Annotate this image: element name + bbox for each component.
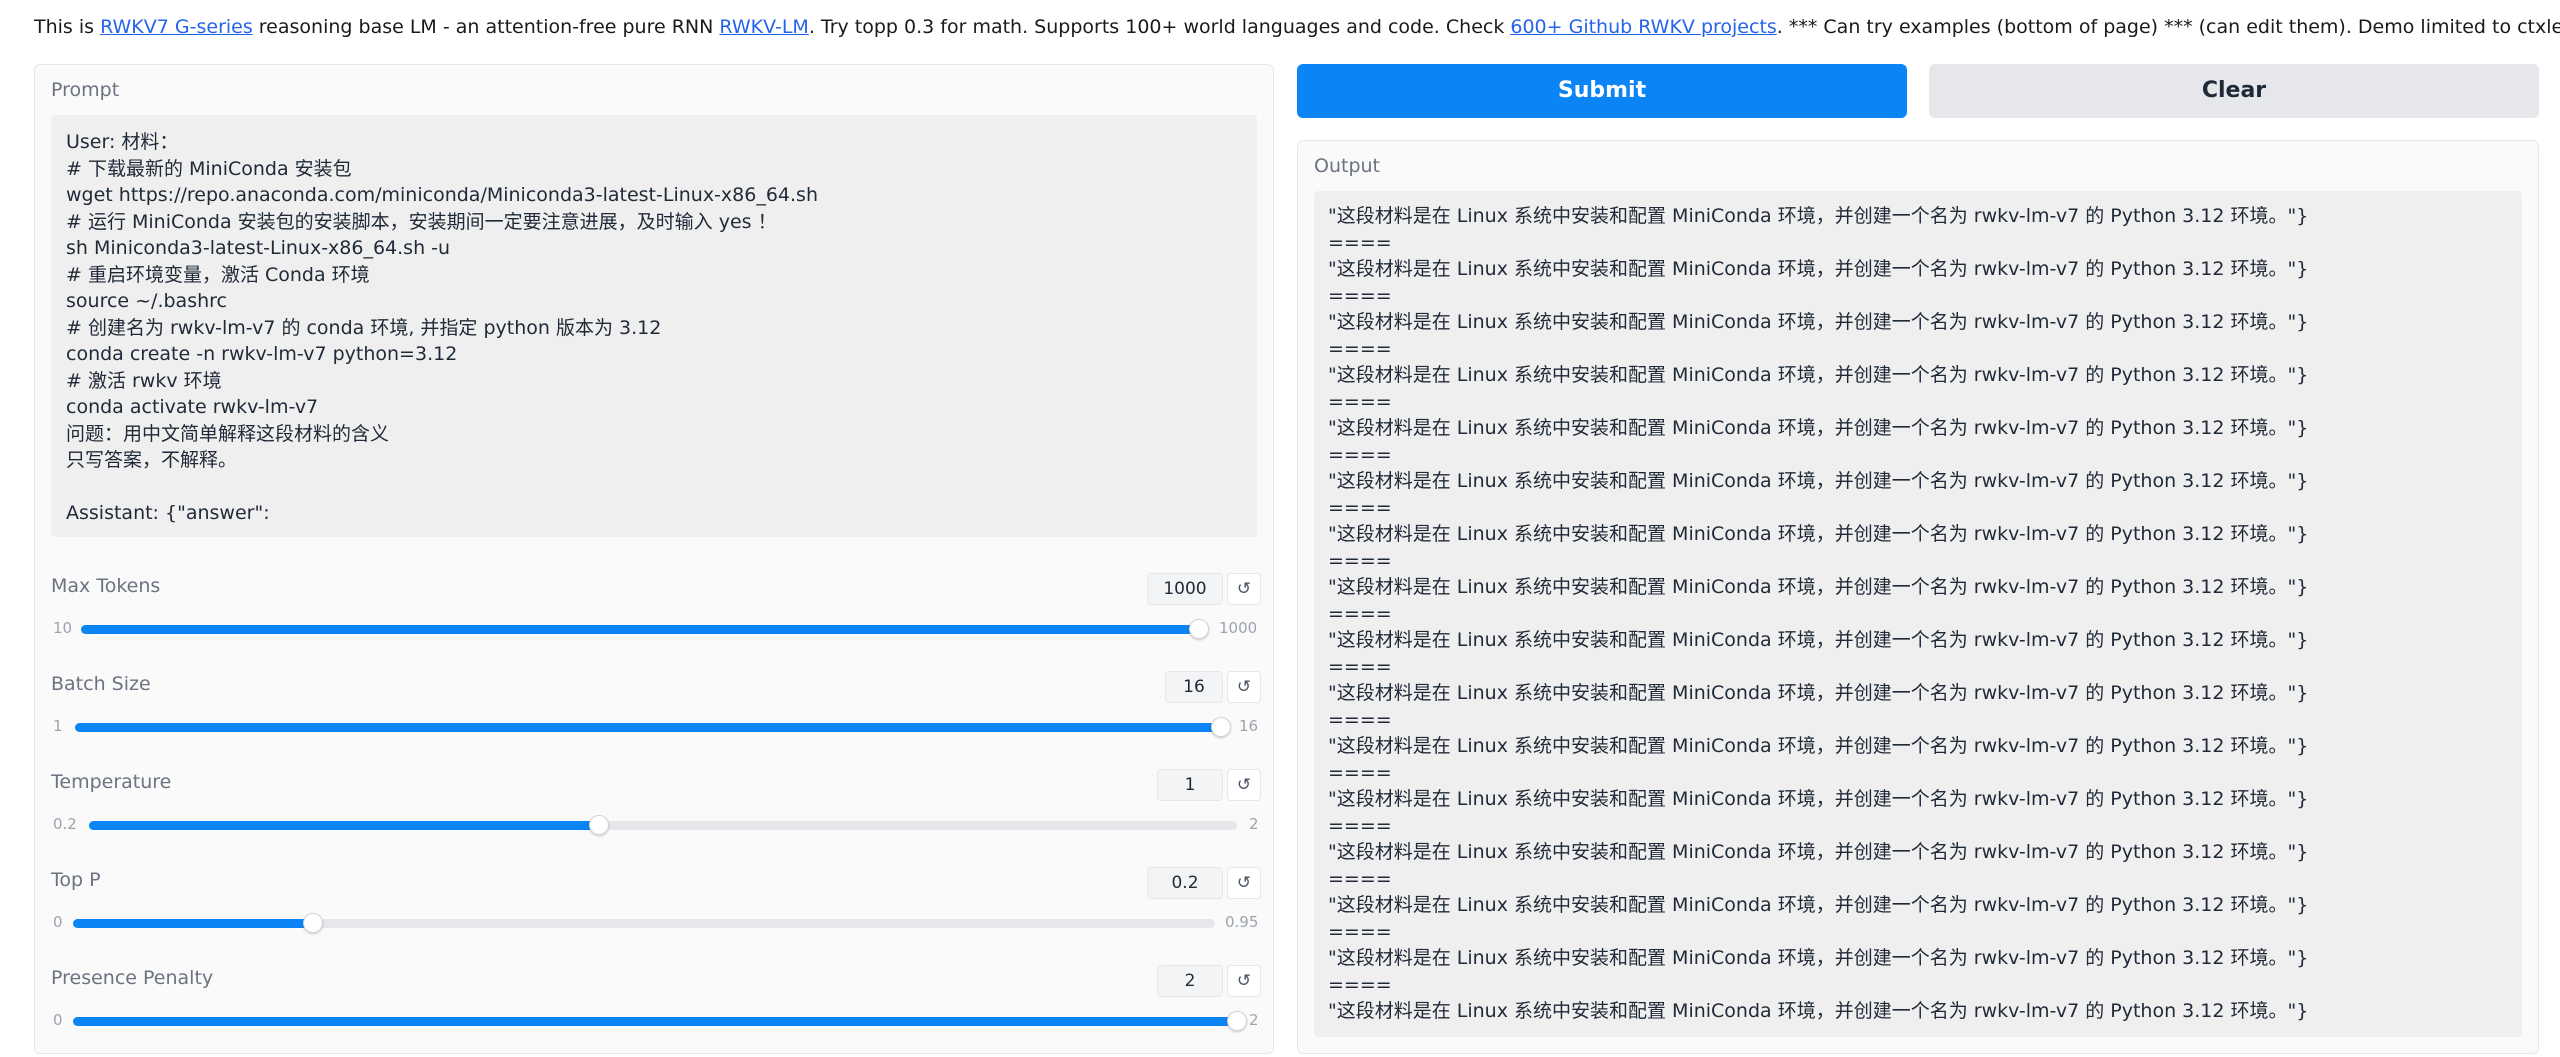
rwkv7-g-series-link[interactable]: RWKV7 G-series: [100, 16, 253, 38]
batch-size-slider[interactable]: [75, 717, 1231, 737]
temperature-reset-icon[interactable]: ↺: [1227, 769, 1261, 801]
max-tokens-max: 1000: [1219, 619, 1258, 637]
input-panel: Prompt User: 材料： # 下载最新的 MiniConda 安装包 w…: [34, 64, 1274, 1054]
submit-button[interactable]: Submit: [1297, 64, 1907, 118]
presence-penalty-max: 2: [1249, 1011, 1259, 1029]
batch-size-input[interactable]: 16: [1165, 671, 1223, 703]
batch-size-slider-fill: [75, 723, 1221, 732]
temperature-label: Temperature: [51, 771, 172, 793]
presence-penalty-slider[interactable]: [73, 1011, 1247, 1031]
prompt-textarea[interactable]: User: 材料： # 下载最新的 MiniConda 安装包 wget htt…: [51, 115, 1257, 537]
temperature-control: Temperature 1 ↺ 0.2 2: [51, 769, 1261, 861]
output-panel: Output "这段材料是在 Linux 系统中安装和配置 MiniConda …: [1297, 140, 2539, 1054]
presence-penalty-min: 0: [53, 1011, 63, 1029]
max-tokens-slider-thumb[interactable]: [1189, 619, 1209, 639]
temperature-slider-thumb[interactable]: [588, 815, 609, 835]
max-tokens-input[interactable]: 1000: [1147, 573, 1223, 605]
top-p-input[interactable]: 0.2: [1147, 867, 1223, 899]
batch-size-reset-icon[interactable]: ↺: [1227, 671, 1261, 703]
top-p-label: Top P: [51, 869, 101, 891]
top-p-slider[interactable]: [73, 913, 1215, 933]
presence-penalty-label: Presence Penalty: [51, 967, 214, 989]
top-p-slider-fill: [73, 919, 313, 928]
temperature-min: 0.2: [53, 815, 77, 833]
max-tokens-min: 10: [53, 619, 73, 637]
github-projects-link[interactable]: 600+ Github RWKV projects: [1510, 16, 1776, 38]
batch-size-min: 1: [53, 717, 63, 735]
banner-text-2: reasoning base LM - an attention-free pu…: [252, 16, 720, 38]
prompt-label: Prompt: [51, 79, 120, 101]
temperature-slider-fill: [89, 821, 599, 830]
banner-text-4: . *** Can try examples (bottom of page) …: [1776, 16, 2560, 38]
top-p-reset-icon[interactable]: ↺: [1227, 867, 1261, 899]
temperature-input[interactable]: 1: [1157, 769, 1223, 801]
max-tokens-reset-icon[interactable]: ↺: [1227, 573, 1261, 605]
output-textarea[interactable]: "这段材料是在 Linux 系统中安装和配置 MiniConda 环境，并创建一…: [1314, 191, 2522, 1037]
presence-penalty-slider-fill: [73, 1017, 1237, 1026]
clear-button[interactable]: Clear: [1929, 64, 2539, 118]
top-p-control: Top P 0.2 ↺ 0 0.95: [51, 867, 1261, 959]
batch-size-label: Batch Size: [51, 673, 151, 695]
presence-penalty-reset-icon[interactable]: ↺: [1227, 965, 1261, 997]
rwkv-lm-link[interactable]: RWKV-LM: [719, 16, 808, 38]
max-tokens-control: Max Tokens 1000 ↺ 10 1000: [51, 573, 1261, 665]
banner-text-3: . Try topp 0.3 for math. Supports 100+ w…: [808, 16, 1511, 38]
temperature-max: 2: [1249, 815, 1259, 833]
description-banner: This is RWKV7 G-series reasoning base LM…: [34, 12, 2560, 42]
top-p-min: 0: [53, 913, 63, 931]
batch-size-control: Batch Size 16 ↺ 1 16: [51, 671, 1261, 763]
banner-text-1: This is: [34, 16, 101, 38]
presence-penalty-input[interactable]: 2: [1157, 965, 1223, 997]
max-tokens-label: Max Tokens: [51, 575, 161, 597]
max-tokens-slider[interactable]: [81, 619, 1209, 639]
max-tokens-slider-fill: [81, 625, 1199, 634]
batch-size-slider-thumb[interactable]: [1211, 717, 1231, 737]
batch-size-max: 16: [1239, 717, 1259, 735]
top-p-slider-thumb[interactable]: [302, 913, 323, 933]
presence-penalty-control: Presence Penalty 2 ↺ 0 2: [51, 965, 1261, 1057]
top-p-max: 0.95: [1225, 913, 1259, 931]
output-label: Output: [1314, 155, 1380, 177]
temperature-slider[interactable]: [89, 815, 1237, 835]
presence-penalty-slider-thumb[interactable]: [1227, 1011, 1247, 1031]
